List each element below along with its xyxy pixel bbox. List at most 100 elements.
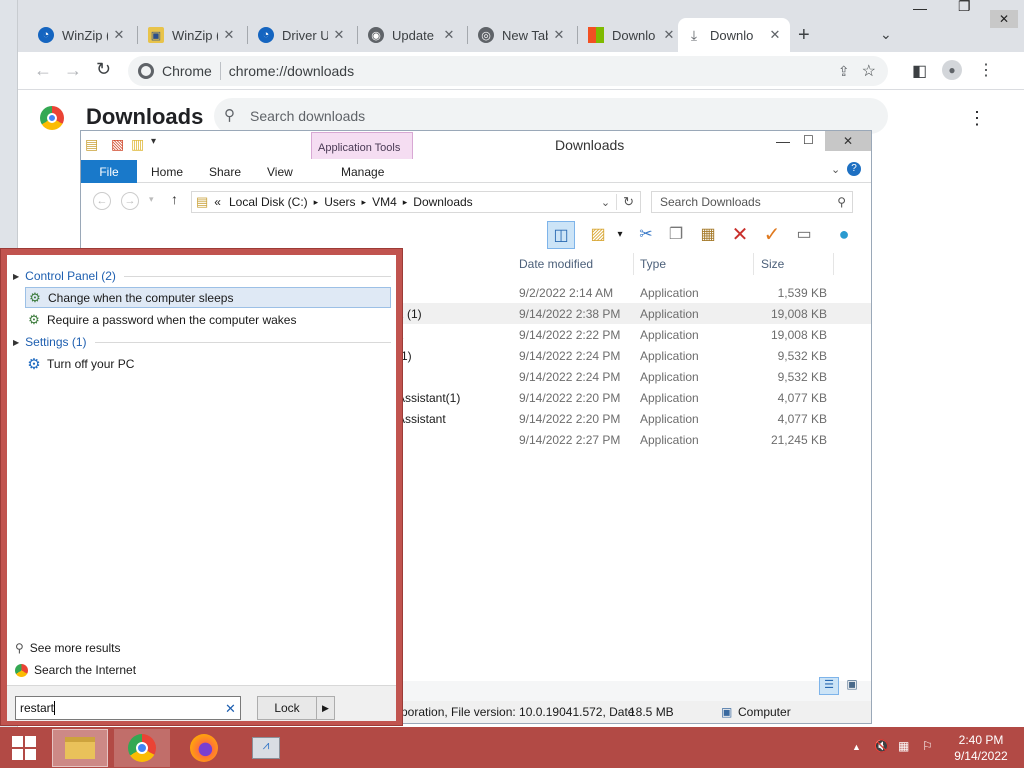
paste-icon[interactable]: ▦ [697, 223, 719, 245]
quick-access-dropdown-icon[interactable]: ▾ [151, 136, 156, 147]
winzip-icon: ◔ [38, 27, 54, 43]
tab-driver-updater[interactable]: ◔ Driver U ✕ [250, 18, 354, 52]
close-icon[interactable]: ✕ [552, 27, 566, 43]
tab-file[interactable]: File [81, 160, 137, 184]
tab-share[interactable]: Share [209, 165, 241, 179]
expand-ribbon-icon[interactable]: ⌄ [831, 163, 840, 176]
refresh-icon[interactable]: ↻ [616, 194, 634, 210]
chrome-icon [128, 734, 156, 762]
close-icon[interactable]: ✕ [442, 27, 456, 43]
tab-search-chevron-icon[interactable]: ⌄ [880, 26, 892, 43]
tab-new-tab[interactable]: ◎ New Tab ✕ [470, 18, 574, 52]
menu-icon[interactable]: ⋮ [978, 60, 994, 80]
column-date-modified[interactable]: Date modified [519, 257, 593, 271]
forward-icon[interactable]: → [121, 192, 139, 210]
result-require-password[interactable]: ⚙ Require a password when the computer w… [25, 309, 391, 330]
action-center-icon[interactable]: ⚐ [922, 739, 933, 753]
more-actions-icon[interactable]: ⋮ [968, 108, 986, 129]
close-icon[interactable]: ✕ [662, 27, 676, 43]
driver-updater-icon: ◔ [258, 27, 274, 43]
side-panel-icon[interactable]: ◧ [912, 61, 927, 81]
download-icon: ⤓ [690, 26, 698, 43]
minimize-button[interactable]: — [776, 133, 790, 149]
close-icon[interactable]: ✕ [222, 27, 236, 43]
copy-icon[interactable]: ❐ [665, 223, 687, 245]
taskbar-file-explorer[interactable] [52, 729, 108, 767]
cut-icon[interactable]: ✂ [635, 223, 657, 245]
new-folder-icon[interactable]: ▥ [131, 136, 144, 153]
forward-icon[interactable]: → [64, 60, 82, 81]
minimize-button[interactable]: — [913, 0, 927, 16]
group-control-panel[interactable]: ▶ Control Panel (2) [13, 269, 391, 283]
profile-avatar-icon[interactable]: ● [942, 60, 962, 80]
restore-button[interactable]: ❐ [958, 0, 971, 15]
help-icon[interactable]: ? [847, 162, 861, 176]
close-icon[interactable]: ✕ [768, 27, 782, 43]
microsoft-icon [588, 27, 604, 43]
column-type[interactable]: Type [640, 257, 666, 271]
volume-muted-icon[interactable]: 🔇 [874, 739, 889, 753]
tab-home[interactable]: Home [151, 165, 183, 179]
search-the-internet[interactable]: Search the Internet [15, 663, 136, 677]
new-tab-button[interactable]: + [798, 24, 810, 47]
large-icons-view-icon[interactable]: ▣ [843, 677, 861, 695]
taskbar-firefox[interactable] [176, 729, 232, 767]
result-change-sleep[interactable]: ⚙ Change when the computer sleeps [25, 287, 391, 308]
search-icon: ⚲ [15, 641, 24, 655]
address-bar[interactable]: ▤ « Local Disk (C:) ▸ Users ▸ VM4 ▸ Down… [191, 191, 641, 213]
delete-icon[interactable]: ✕ [729, 223, 751, 246]
back-icon[interactable]: ← [34, 60, 52, 81]
tab-microsoft-download[interactable]: Downlo ✕ [580, 18, 684, 52]
folder-icon: ▤ [85, 136, 99, 152]
power-options-icon: ⚙ [29, 289, 41, 305]
search-downloads-field[interactable]: Search Downloads ⚲ [651, 191, 853, 213]
back-icon[interactable]: ← [93, 192, 111, 210]
bookmark-star-icon[interactable]: ☆ [862, 61, 876, 81]
rename-check-icon[interactable]: ✓ [761, 223, 783, 246]
group-settings[interactable]: ▶ Settings (1) [13, 335, 391, 349]
omnibox[interactable]: Chrome chrome://downloads ⇪ ☆ [128, 56, 888, 86]
network-icon[interactable]: ● [833, 223, 855, 245]
tab-winzip-1[interactable]: ◔ WinZip ( ✕ [30, 18, 134, 52]
network-icon[interactable]: ▦ [898, 739, 909, 753]
show-hidden-icons[interactable]: ▲ [852, 742, 861, 752]
tab-update[interactable]: ◉ Update ✕ [360, 18, 464, 52]
close-icon[interactable]: ✕ [112, 27, 126, 43]
folder-icon: ▤ [196, 194, 209, 209]
properties-icon[interactable]: ▭ [793, 223, 815, 245]
taskbar-chrome[interactable] [114, 729, 170, 767]
tab-downloads-active[interactable]: ⤓ Downlo ✕ [678, 18, 790, 52]
start-button[interactable] [2, 729, 46, 767]
see-more-results[interactable]: ⚲ See more results [15, 641, 121, 655]
share-icon[interactable]: ⇪ [838, 63, 850, 80]
breadcrumb-local-disk[interactable]: Local Disk (C:) [229, 195, 308, 209]
lock-button[interactable]: Lock ▶ [257, 696, 335, 720]
close-window-button[interactable]: ✕ [990, 10, 1018, 28]
breadcrumb-vm4[interactable]: VM4 [372, 195, 397, 209]
result-turn-off-pc[interactable]: ⚙ Turn off your PC [25, 353, 391, 374]
start-search-input[interactable]: restart [15, 696, 241, 720]
clear-search-icon[interactable]: ✕ [225, 701, 236, 717]
address-dropdown-icon[interactable]: ⌄ [601, 196, 610, 209]
preview-pane-icon[interactable]: ◫ [547, 221, 575, 249]
breadcrumb-downloads[interactable]: Downloads [413, 195, 472, 209]
details-view-icon[interactable]: ☰ [819, 677, 839, 695]
power-options-arrow-icon[interactable]: ▶ [316, 697, 334, 719]
tab-winzip-2[interactable]: ▣ WinZip ( ✕ [140, 18, 244, 52]
up-icon[interactable]: ↑ [171, 191, 178, 207]
tab-view[interactable]: View [267, 165, 293, 179]
options-dropdown-icon[interactable]: ▾ [609, 223, 631, 245]
maximize-button[interactable]: ☐ [803, 133, 814, 147]
breadcrumb-users[interactable]: Users [324, 195, 355, 209]
search-downloads-input[interactable]: ⚲ Search downloads [214, 98, 888, 134]
clock[interactable]: 2:40 PM 9/14/2022 [952, 732, 1010, 764]
tab-manage[interactable]: Manage [341, 165, 384, 179]
folder-options-icon[interactable]: ▨ [587, 223, 609, 245]
reload-icon[interactable]: ↻ [96, 59, 111, 80]
close-window-button[interactable]: ✕ [825, 131, 871, 151]
recent-locations-icon[interactable]: ▾ [149, 194, 154, 205]
close-icon[interactable]: ✕ [332, 27, 346, 43]
taskbar-resource-monitor[interactable]: ⩘ [238, 729, 294, 767]
column-size[interactable]: Size [761, 257, 784, 271]
properties-icon[interactable]: ▧ [111, 136, 124, 153]
